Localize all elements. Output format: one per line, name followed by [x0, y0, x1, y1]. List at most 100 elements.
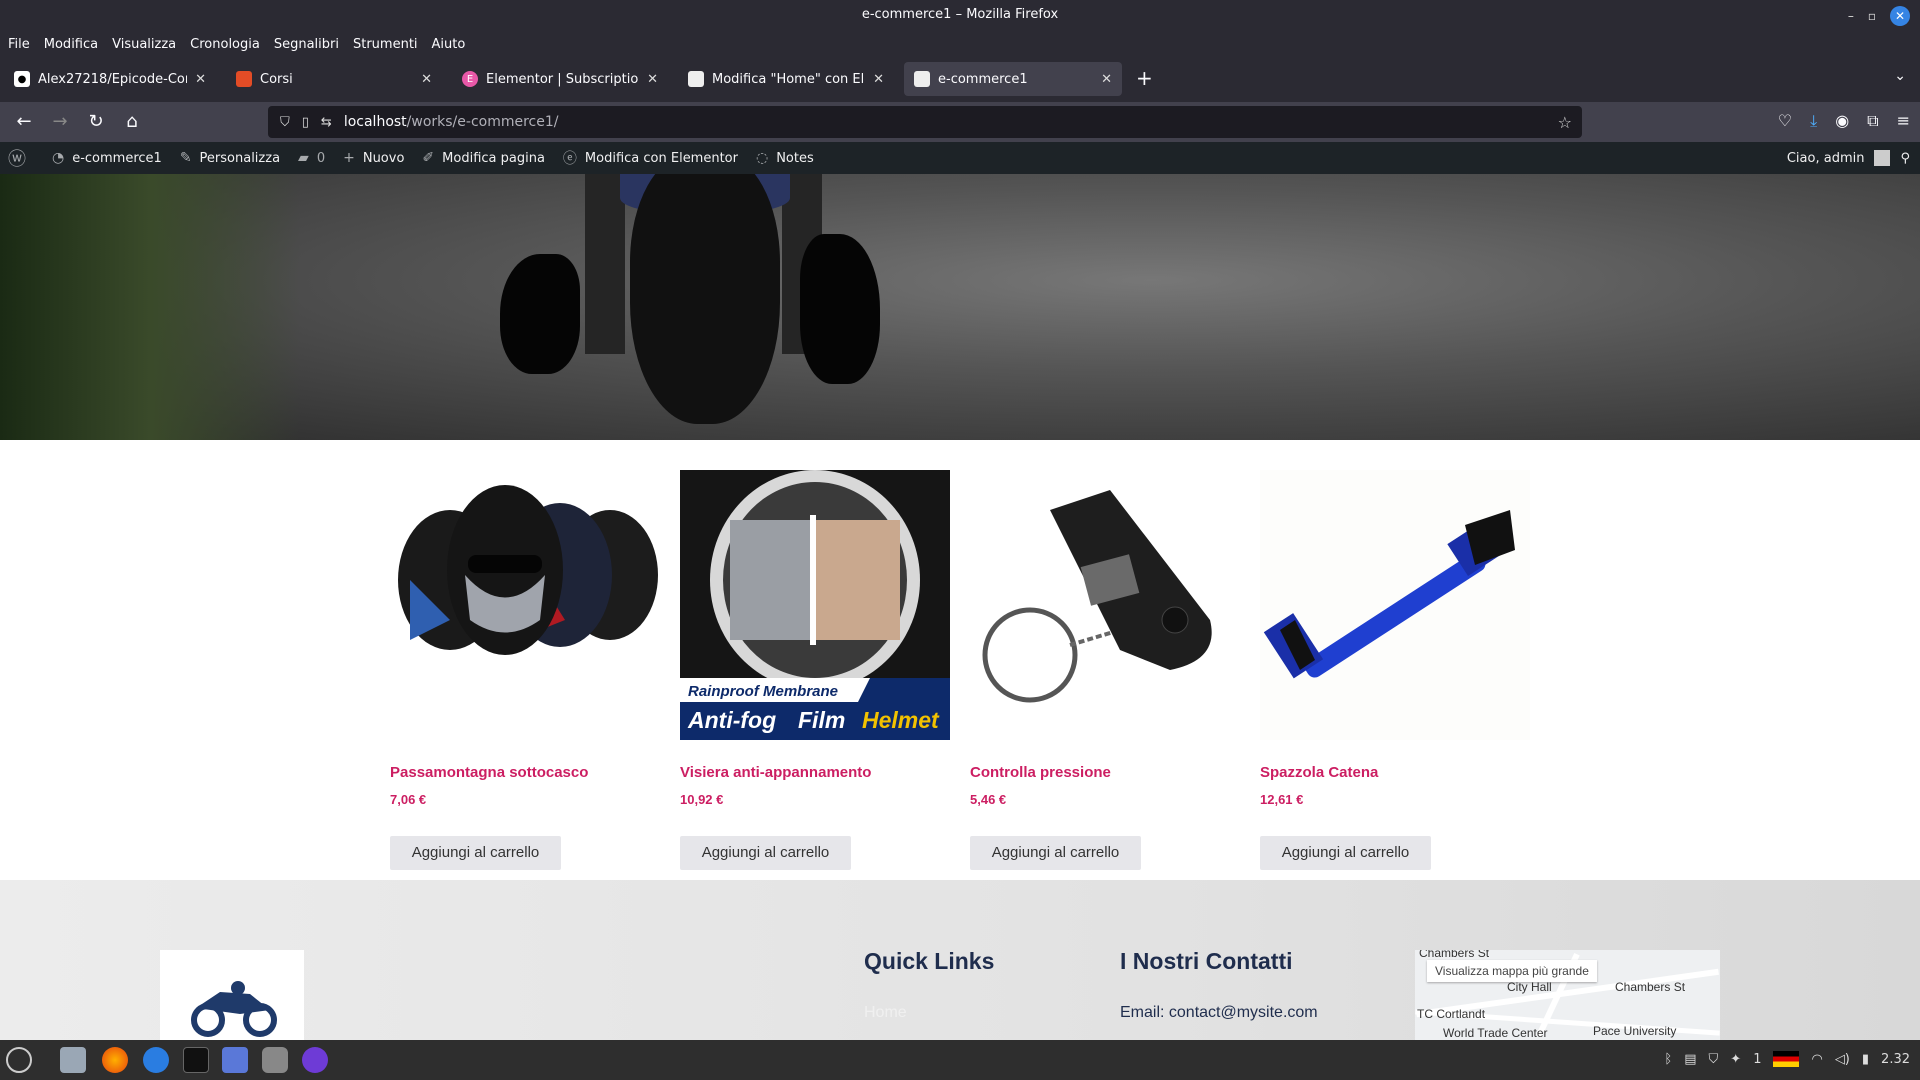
url-bar[interactable]: ⛉ ▯ ⇆ localhost/works/e-commerce1/ ☆: [268, 106, 1582, 138]
menu-bar: File Modifica Visualizza Cronologia Segn…: [0, 32, 1920, 58]
screenshot-icon[interactable]: [222, 1047, 248, 1073]
comment-icon: ▰: [298, 150, 309, 166]
menu-modifica[interactable]: Modifica: [44, 32, 98, 58]
quick-links-heading: Quick Links: [864, 948, 995, 974]
menu-strumenti[interactable]: Strumenti: [353, 32, 418, 58]
menu-visualizza[interactable]: Visualizza: [112, 32, 176, 58]
keyboard-layout-icon[interactable]: [1773, 1051, 1800, 1067]
product-card: Rainproof Membrane Anti-fog Film Helmet …: [680, 470, 950, 870]
file-manager-icon[interactable]: [60, 1047, 86, 1073]
tab-modifica-home[interactable]: Modifica "Home" con Eleme ✕: [678, 62, 894, 96]
volume-icon[interactable]: ◁): [1835, 1052, 1850, 1067]
close-tab-icon[interactable]: ✕: [195, 72, 206, 87]
wp-new-link[interactable]: + Nuovo: [343, 150, 404, 166]
product-card: Controlla pressione 5,46 € Aggiungi al c…: [970, 470, 1240, 870]
product-image[interactable]: [970, 470, 1240, 740]
shield-icon[interactable]: ⛉: [1709, 1052, 1719, 1067]
product-image-caption: Rainproof Membrane: [688, 683, 838, 700]
wp-edit-page-link[interactable]: ✐ Modifica pagina: [422, 150, 545, 166]
extensions-icon[interactable]: ⧉: [1867, 111, 1878, 131]
window-title: e-commerce1 – Mozilla Firefox: [861, 7, 1059, 22]
contact-email[interactable]: Email: contact@mysite.com: [1120, 1004, 1318, 1022]
list-all-tabs-icon[interactable]: ⌄: [1894, 68, 1906, 84]
site-footer: Quick Links Home I Nostri Contatti Email…: [0, 880, 1920, 1050]
download-icon[interactable]: ⤓: [1810, 111, 1817, 131]
search-icon[interactable]: ⚲: [1900, 151, 1910, 166]
footer-link-home[interactable]: Home: [864, 1004, 907, 1022]
mint-menu-icon[interactable]: [6, 1047, 32, 1073]
dashboard-icon: ◔: [52, 150, 65, 166]
course-icon: [236, 71, 252, 87]
wp-site-link[interactable]: ◔ e-commerce1: [52, 150, 162, 166]
product-image-caption: Anti-fog: [687, 707, 776, 733]
view-larger-map-button[interactable]: Visualizza mappa più grande: [1427, 960, 1597, 982]
wp-customize-link[interactable]: ✎ Personalizza: [180, 150, 280, 166]
add-to-cart-button[interactable]: Aggiungi al carrello: [390, 836, 561, 870]
minimize-icon[interactable]: –: [1848, 9, 1854, 23]
account-icon[interactable]: ◉: [1835, 111, 1849, 131]
battery-icon[interactable]: ▮: [1862, 1052, 1869, 1067]
update-icon[interactable]: ✦: [1730, 1052, 1741, 1067]
product-grid: Passamontagna sottocasco 7,06 € Aggiungi…: [0, 440, 1920, 880]
close-tab-icon[interactable]: ✕: [421, 72, 432, 87]
product-title[interactable]: Passamontagna sottocasco: [390, 764, 588, 781]
menu-icon[interactable]: ≡: [1897, 111, 1910, 131]
menu-segnalibri[interactable]: Segnalibri: [274, 32, 339, 58]
window-titlebar: e-commerce1 – Mozilla Firefox – ▫ ✕: [0, 0, 1920, 32]
speech-bubble-icon: ◌: [755, 150, 769, 166]
reload-icon[interactable]: ↻: [84, 111, 108, 132]
product-title[interactable]: Visiera anti-appannamento: [680, 764, 871, 781]
wp-admin-bar: ⓦ ◔ e-commerce1 ✎ Personalizza ▰ 0 + Nuovo ✐…: [0, 142, 1920, 174]
wp-greeting[interactable]: Ciao, admin: [1787, 151, 1865, 166]
product-title[interactable]: Controlla pressione: [970, 764, 1111, 781]
product-price: 12,61 €: [1260, 792, 1304, 807]
settings-icon[interactable]: [262, 1047, 288, 1073]
thunderbird-icon[interactable]: [143, 1047, 169, 1073]
maximize-icon[interactable]: ▫: [1868, 9, 1876, 23]
menu-aiuto[interactable]: Aiuto: [432, 32, 466, 58]
avatar[interactable]: [1874, 150, 1891, 166]
firefox-icon[interactable]: [102, 1047, 128, 1073]
new-tab-button[interactable]: +: [1136, 66, 1153, 90]
menu-cronologia[interactable]: Cronologia: [190, 32, 260, 58]
menu-file[interactable]: File: [8, 32, 30, 58]
product-title[interactable]: Spazzola Catena: [1260, 764, 1378, 781]
permissions-icon[interactable]: ⇆: [321, 115, 332, 130]
wp-notes-link[interactable]: ◌ Notes: [756, 150, 814, 166]
product-image[interactable]: [390, 470, 660, 740]
terminal-icon[interactable]: [183, 1047, 209, 1073]
site-icon: [688, 71, 704, 87]
wifi-icon[interactable]: ◠: [1811, 1052, 1822, 1067]
clock[interactable]: 2.32: [1881, 1052, 1910, 1067]
pocket-icon[interactable]: ♡: [1778, 111, 1792, 131]
clipboard-icon[interactable]: ▤: [1684, 1052, 1696, 1067]
add-to-cart-button[interactable]: Aggiungi al carrello: [680, 836, 851, 870]
add-to-cart-button[interactable]: Aggiungi al carrello: [1260, 836, 1431, 870]
navigation-bar: ← → ↻ ⌂ ⛉ ▯ ⇆ localhost/works/e-commerce…: [0, 102, 1920, 142]
site-logo[interactable]: [160, 950, 304, 1050]
plus-icon: +: [343, 150, 355, 166]
embedded-map[interactable]: Chambers St City Hall Chambers St TC Cor…: [1415, 950, 1720, 1040]
github-desktop-icon[interactable]: [302, 1047, 328, 1073]
product-image[interactable]: Rainproof Membrane Anti-fog Film Helmet: [680, 470, 950, 740]
close-icon[interactable]: ✕: [1890, 6, 1910, 26]
wp-comments-link[interactable]: ▰ 0: [298, 150, 325, 166]
tab-github[interactable]: ● Alex27218/Epicode-Conseg ✕: [4, 62, 216, 96]
wp-edit-elementor-link[interactable]: ⓔ Modifica con Elementor: [563, 148, 738, 168]
close-tab-icon[interactable]: ✕: [873, 72, 884, 87]
wordpress-logo-icon[interactable]: ⓦ: [8, 145, 34, 171]
bookmark-star-icon[interactable]: ☆: [1558, 113, 1572, 132]
tab-corsi[interactable]: Corsi ✕: [226, 62, 442, 96]
home-icon[interactable]: ⌂: [120, 111, 144, 132]
bluetooth-icon[interactable]: ᛒ: [1664, 1052, 1672, 1067]
product-image[interactable]: [1260, 470, 1530, 740]
close-tab-icon[interactable]: ✕: [1101, 72, 1112, 87]
back-icon[interactable]: ←: [12, 111, 36, 132]
page-info-icon[interactable]: ▯: [302, 115, 309, 130]
add-to-cart-button[interactable]: Aggiungi al carrello: [970, 836, 1141, 870]
shield-icon[interactable]: ⛉: [280, 115, 290, 130]
tab-elementor[interactable]: E Elementor | Subscriptions ✕: [452, 62, 668, 96]
tab-ecommerce1[interactable]: e-commerce1 ✕: [904, 62, 1122, 96]
forward-icon[interactable]: →: [48, 111, 72, 132]
close-tab-icon[interactable]: ✕: [647, 72, 658, 87]
